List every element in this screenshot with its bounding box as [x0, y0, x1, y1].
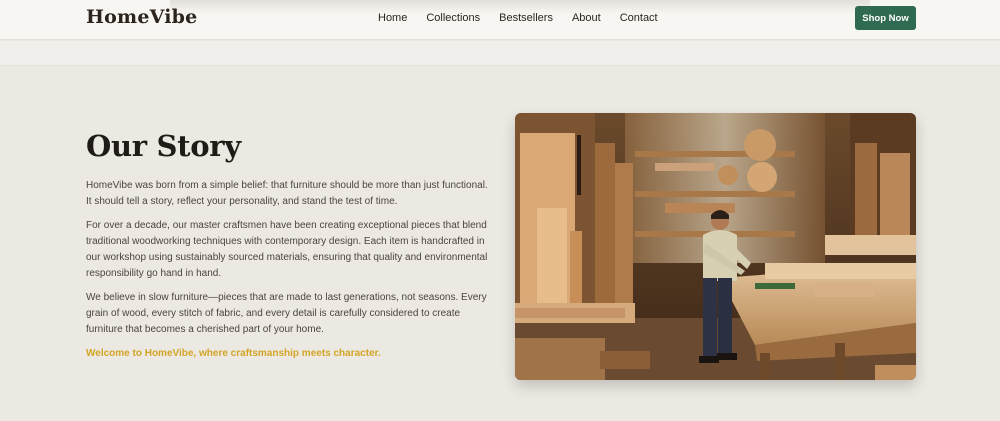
story-paragraph-3: We believe in slow furniture—pieces that…: [86, 292, 487, 335]
story-paragraph-2: For over a decade, our master craftsmen …: [86, 220, 488, 279]
nav-bestsellers[interactable]: Bestsellers: [499, 12, 553, 24]
brand-logo[interactable]: HomeVibe: [86, 6, 197, 28]
shop-now-button[interactable]: Shop Now: [855, 6, 916, 30]
story-tagline: Welcome to HomeVibe, where craftsmanship…: [86, 348, 381, 359]
header-band: [0, 41, 1000, 66]
craftsman-workshop-illustration: [515, 113, 916, 380]
story-title: Our Story: [86, 129, 241, 163]
nav-contact[interactable]: Contact: [620, 12, 658, 24]
nav-about[interactable]: About: [572, 12, 601, 24]
main-nav: Home Collections Bestsellers About Conta…: [378, 12, 677, 24]
nav-home[interactable]: Home: [378, 12, 407, 24]
our-story-section: Our Story HomeVibe was born from a simpl…: [86, 128, 491, 370]
story-paragraph-1: HomeVibe was born from a simple belief: …: [86, 180, 488, 207]
workshop-photo: [515, 113, 916, 380]
site-header: HomeVibe Home Collections Bestsellers Ab…: [0, 0, 1000, 40]
nav-collections[interactable]: Collections: [426, 12, 480, 24]
